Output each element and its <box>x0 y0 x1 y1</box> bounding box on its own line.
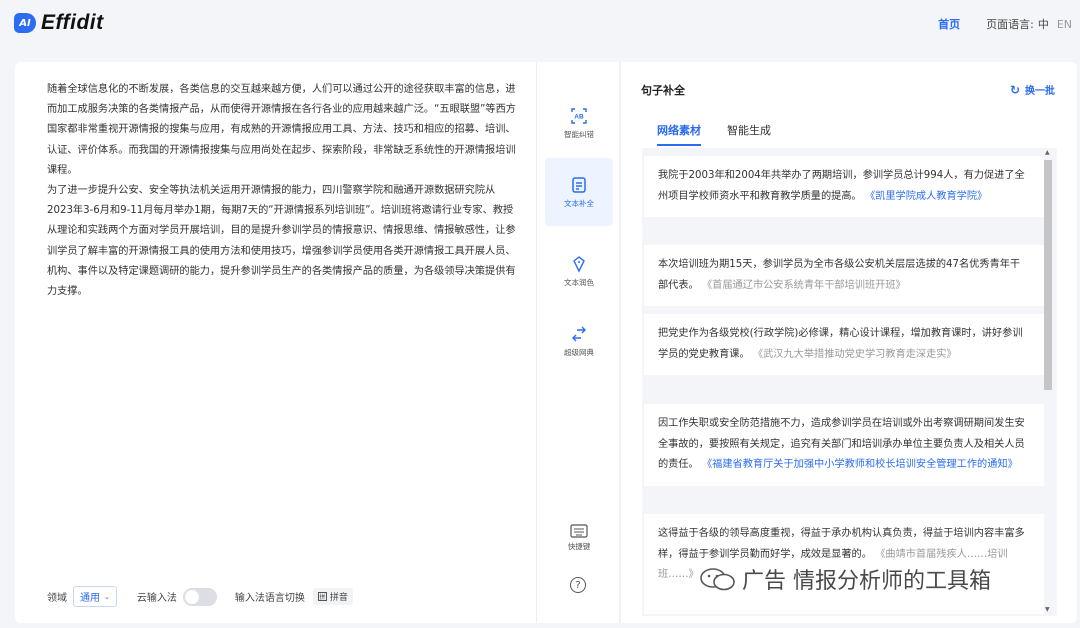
result-list: 我院于2003年和2004年共举办了两期培训，参训学员总计994人，有力促进了全… <box>642 148 1057 616</box>
result-source-link[interactable]: 《福建省教育厅关于加强中小学教师和校长培训安全管理工作的通知》 <box>702 459 1018 470</box>
tool-label: 智能纠错 <box>564 129 594 139</box>
wechat-icon <box>700 568 735 591</box>
tool-label: 文本润色 <box>564 277 594 287</box>
top-nav: 首页 页面语言: 中 EN <box>938 16 1072 32</box>
tab-web-material[interactable]: 网络素材 <box>657 122 701 146</box>
shortcut-label: 快捷键 <box>567 542 591 551</box>
article-paragraph-1[interactable]: 随着全球信息化的不断发展，各类信息的交互越来越方便，人们可以通过公开的途径获取丰… <box>47 80 517 181</box>
polish-icon <box>573 255 585 273</box>
input-language-switch-label: 输入法语言切换 <box>234 593 305 604</box>
svg-text:AB: AB <box>574 113 584 120</box>
tool-label: 超级网典 <box>564 347 594 357</box>
refresh-label: 换一批 <box>1025 86 1055 97</box>
nav-home-link[interactable]: 首页 <box>938 16 960 32</box>
result-source[interactable]: 《首届通辽市公安系统青年干部培训班开班》 <box>702 280 906 291</box>
logo[interactable]: AI Effidit <box>14 11 104 35</box>
text-complete-icon <box>572 176 586 193</box>
result-card[interactable]: 本次培训班为期15天，参训学员为全市各级公安机关层层选拔的47名优秀青年干部代表… <box>644 245 1044 306</box>
top-bar: AI Effidit 首页 页面语言: 中 EN <box>0 0 1080 50</box>
pinyin-button[interactable]: 拼 拼音 <box>312 588 353 605</box>
results-panel: 句子补全 ↻ 换一批 网络素材 智能生成 我院于2003年和2004年共举办了两… <box>621 62 1077 623</box>
tool-polish[interactable]: 文本润色 <box>545 237 613 305</box>
refresh-icon: ↻ <box>1009 82 1020 97</box>
shortcut-button[interactable]: 快捷键 <box>545 524 613 552</box>
result-source[interactable]: 《武汉九大举措推动党史学习教育走深走实》 <box>753 349 957 360</box>
watermark-text: 广告 情报分析师的工具箱 <box>742 569 991 594</box>
page-language-label: 页面语言: <box>986 18 1034 31</box>
tool-dictionary[interactable]: 超级网典 <box>545 307 613 375</box>
feature-toolbar: AB 智能纠错 文本补全 文本润色 超级网典 快捷键 ? <box>536 62 620 623</box>
logo-text: Effidit <box>41 11 104 34</box>
watermark: 广告 情报分析师的工具箱 <box>698 563 991 595</box>
result-card[interactable]: 我院于2003年和2004年共举办了两期培训，参训学员总计994人，有力促进了全… <box>644 156 1044 217</box>
pinyin-icon: 拼 <box>317 592 327 601</box>
tool-ai-correct[interactable]: AB 智能纠错 <box>545 89 613 157</box>
tool-text-complete[interactable]: 文本补全 <box>545 158 613 226</box>
editor-bottom-bar: 领域 通用 ⌄ 云输入法 输入法语言切换 拼 拼音 <box>47 586 353 607</box>
logo-badge: AI <box>14 13 36 33</box>
result-card[interactable]: 因工作失职或安全防范措施不力，造成参训学员在培训或外出考察调研期间发生安全事故的… <box>644 404 1044 486</box>
field-select[interactable]: 通用 ⌄ <box>73 586 117 607</box>
panel-title: 句子补全 <box>641 84 685 97</box>
toggle-knob <box>184 589 199 604</box>
tool-label: 文本补全 <box>564 198 594 208</box>
chevron-down-icon: ⌄ <box>104 592 110 601</box>
ai-correct-icon: AB <box>571 107 587 124</box>
cloud-input-label: 云输入法 <box>136 593 177 604</box>
lang-en-option[interactable]: EN <box>1057 18 1072 31</box>
article-paragraph-2[interactable]: 为了进一步提升公安、安全等执法机关运用开源情报的能力，四川警察学院和融通开源数据… <box>47 181 517 302</box>
editor-text-area[interactable]: 随着全球信息化的不断发展，各类信息的交互越来越方便，人们可以通过公开的途径获取丰… <box>47 80 517 302</box>
editor-panel: 随着全球信息化的不断发展，各类信息的交互越来越方便，人们可以通过公开的途径获取丰… <box>15 62 536 623</box>
scrollbar-thumb[interactable] <box>1044 160 1052 390</box>
keyboard-icon <box>570 524 588 538</box>
scroll-down-arrow-icon[interactable]: ▼ <box>1045 606 1050 613</box>
result-tabs: 网络素材 智能生成 <box>657 122 797 146</box>
field-label: 领域 <box>47 593 67 604</box>
result-card[interactable]: 把党史作为各级党校(行政学院)必修课，精心设计课程，增加教育课时，讲好参训学员的… <box>644 314 1044 375</box>
pinyin-label: 拼音 <box>329 593 348 603</box>
tab-smart-generate[interactable]: 智能生成 <box>727 122 771 146</box>
cloud-input-toggle[interactable] <box>182 587 217 606</box>
help-icon[interactable]: ? <box>570 577 586 593</box>
dictionary-icon <box>572 326 586 341</box>
scroll-up-arrow-icon[interactable]: ▲ <box>1045 149 1050 156</box>
lang-zh-option[interactable]: 中 <box>1038 16 1049 32</box>
result-source-link[interactable]: 《凯里学院成人教育学院》 <box>865 191 987 202</box>
field-select-value: 通用 <box>80 593 100 604</box>
refresh-button[interactable]: ↻ 换一批 <box>1009 82 1055 98</box>
